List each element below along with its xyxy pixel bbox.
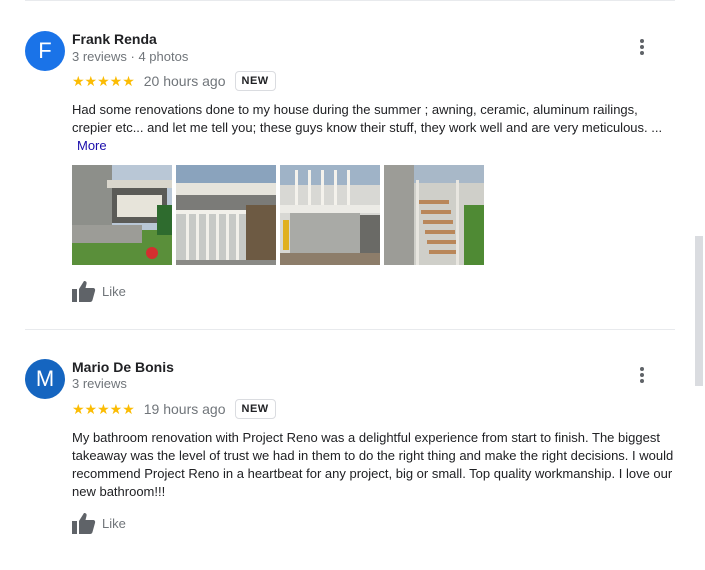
- review-time: 19 hours ago: [143, 401, 226, 417]
- star-rating: ★★★★★: [72, 401, 135, 417]
- rating-row: ★★★★★ 19 hours ago NEW: [72, 398, 276, 420]
- review-text: Had some renovations done to my house du…: [72, 101, 677, 155]
- photo-thumbnail-railing[interactable]: [176, 165, 276, 265]
- scrollbar[interactable]: [693, 0, 705, 570]
- like-label: Like: [102, 515, 126, 531]
- photo-gallery: [72, 165, 484, 265]
- rating-row: ★★★★★ 20 hours ago NEW: [72, 70, 276, 92]
- like-button[interactable]: Like: [72, 280, 126, 302]
- review-body: Had some renovations done to my house du…: [72, 102, 663, 135]
- more-link[interactable]: More: [77, 138, 107, 153]
- reviewer-meta: 3 reviews: [72, 376, 127, 391]
- new-badge: NEW: [234, 71, 276, 91]
- photo-thumbnail-deck[interactable]: [280, 165, 380, 265]
- like-label: Like: [102, 283, 126, 299]
- scrollbar-thumb[interactable]: [695, 236, 703, 386]
- photo-thumbnail-stairs[interactable]: [384, 165, 484, 265]
- avatar[interactable]: M: [25, 359, 65, 399]
- like-button[interactable]: Like: [72, 512, 126, 534]
- avatar[interactable]: F: [25, 31, 65, 71]
- photo-thumbnail-awning[interactable]: [72, 165, 172, 265]
- thumbs-up-icon: [72, 513, 96, 534]
- reviewer-name[interactable]: Mario De Bonis: [72, 359, 174, 375]
- review-divider: [25, 329, 675, 330]
- more-options-button[interactable]: [630, 35, 654, 59]
- star-rating: ★★★★★: [72, 73, 135, 89]
- review-text: My bathroom renovation with Project Reno…: [72, 430, 674, 499]
- new-badge: NEW: [234, 399, 276, 419]
- top-divider: [25, 0, 675, 1]
- more-options-button[interactable]: [630, 363, 654, 387]
- thumbs-up-icon: [72, 281, 96, 302]
- reviewer-meta: 3 reviews · 4 photos: [72, 49, 189, 64]
- review-time: 20 hours ago: [143, 73, 226, 89]
- reviewer-name[interactable]: Frank Renda: [72, 31, 157, 47]
